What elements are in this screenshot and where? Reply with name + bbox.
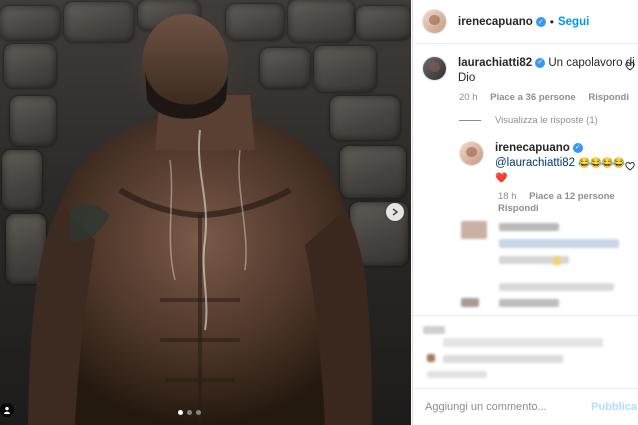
obscured-text [443,355,563,363]
author-avatar[interactable] [422,9,447,34]
user-tag-icon[interactable] [0,403,14,417]
verified-badge-icon: ✓ [572,142,583,153]
post-photo[interactable] [0,0,411,425]
comment-meta: 20 h Piace a 36 persone Rispondi [459,92,629,103]
post-actions-area [413,315,638,388]
reply-username[interactable]: irenecapuano [495,142,570,154]
chevron-right-icon [392,208,399,216]
reply-item: irenecapuano ✓ @laurachiatti82 😂😂😂😂 ❤️ [459,141,638,186]
verified-badge-icon: ✓ [535,57,546,68]
comment-item: laurachiatti82 ✓ Un capolavoro di Dio [422,56,638,86]
comment-time: 20 h [459,92,478,103]
obscured-likes [443,338,603,347]
comment-composer: Pubblica [413,388,638,425]
like-heart-icon[interactable] [625,161,635,171]
comment-body: laurachiatti82 ✓ Un capolavoro di Dio [458,56,635,86]
obscured-text [499,239,619,248]
carousel-indicator [178,410,201,415]
publish-button[interactable]: Pubblica [591,401,637,413]
obscured-emoji [553,257,561,265]
obscured-avatar [461,298,479,307]
author-username[interactable]: irenecapuano [458,16,533,28]
follow-button[interactable]: Segui [558,16,589,28]
reply-body: irenecapuano ✓ @laurachiatti82 😂😂😂😂 ❤️ [495,141,625,186]
reply-button[interactable]: Rispondi [498,203,539,214]
next-slide-button[interactable] [386,203,404,221]
post-header: irenecapuano ✓ • Segui [413,0,638,44]
obscured-text [499,223,559,231]
reply-likes[interactable]: Piace a 12 persone [529,191,615,202]
comments-list: laurachiatti82 ✓ Un capolavoro di Dio 20 … [413,45,638,315]
reply-emoji-heart: ❤️ [495,173,507,184]
commenter-avatar[interactable] [422,56,447,81]
reply-emoji: 😂😂😂😂 [578,158,625,169]
obscured-avatar [427,354,435,362]
reply-button[interactable]: Rispondi [588,92,629,103]
like-heart-icon[interactable] [625,61,635,71]
carousel-dot [187,410,192,415]
reply-meta: 18 h Piace a 12 persone Rispondi [498,191,615,215]
commenter-username[interactable]: laurachiatti82 [458,57,532,69]
obscured-avatar [461,221,487,239]
comment-text-cont: Dio [458,72,476,84]
replies-divider-line [459,120,481,121]
reply-mention[interactable]: @laurachiatti82 [495,157,575,169]
view-replies-toggle[interactable]: Visualizza le risposte (1) [459,115,598,126]
obscured-text [499,299,559,307]
view-replies-label: Visualizza le risposte (1) [495,115,598,126]
verified-badge-icon: ✓ [535,16,546,27]
comment-text: Un capolavoro di [548,57,635,69]
add-comment-input[interactable] [425,401,592,413]
obscured-text [499,283,614,291]
carousel-dot [178,410,183,415]
man-figure-image [28,14,372,425]
separator-dot: • [549,14,554,29]
post-side-panel: irenecapuano ✓ • Segui laurachiatti82 ✓ U… [412,0,638,425]
reply-avatar[interactable] [459,141,484,166]
obscured-timestamp [427,371,487,378]
obscured-action-icons [423,326,445,334]
comment-likes[interactable]: Piace a 36 persone [490,92,576,103]
reply-time: 18 h [498,191,517,202]
carousel-dot [196,410,201,415]
